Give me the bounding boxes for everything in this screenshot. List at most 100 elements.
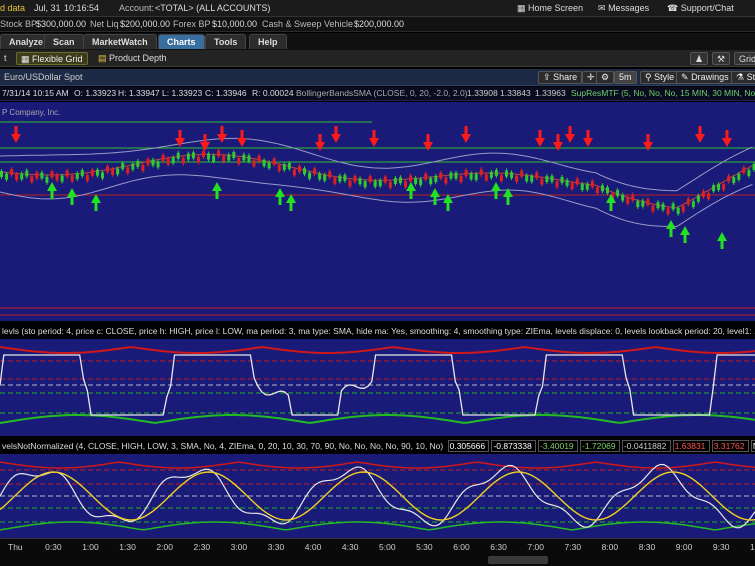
price-chart-panel[interactable]: P Company, Inc.: [0, 102, 755, 321]
flexible-grid-button[interactable]: ▦ Flexible Grid: [16, 52, 88, 65]
tab-charts[interactable]: Charts: [158, 34, 205, 49]
candle-body: [727, 175, 731, 182]
time-tick-label: 3:00: [230, 542, 248, 552]
symbol-name[interactable]: Euro/USDollar Spot: [4, 72, 83, 82]
sell-arrow: [331, 126, 341, 143]
grid-icon: ▦: [21, 54, 30, 64]
candle-body: [722, 183, 726, 190]
forex-bp-label: Forex BP: [173, 19, 211, 29]
time-tick-label: 6:30: [490, 542, 507, 552]
buy-arrow: [212, 182, 222, 199]
buy-arrow: [430, 188, 440, 205]
buy-arrow: [286, 194, 296, 211]
main-tabs: Analyze Scan MarketWatch Charts Tools He…: [0, 33, 755, 50]
net-liq-label: Net Liq: [90, 19, 119, 29]
candle-body: [671, 203, 675, 210]
drawings-button[interactable]: ✎ Drawings: [676, 71, 734, 84]
tab-scan[interactable]: Scan: [44, 34, 84, 49]
tab-marketwatch[interactable]: MarketWatch: [83, 34, 157, 49]
time-tick-label: 8:30: [638, 542, 656, 552]
candle-body: [333, 177, 337, 184]
levels-study-header[interactable]: velsNotNormalized (4, CLOSE, HIGH, LOW, …: [0, 440, 755, 453]
chart-scrollbar[interactable]: [488, 556, 548, 564]
candle-body: [343, 174, 347, 181]
lower-level-band: [0, 521, 755, 531]
levels-value: -3.40019: [538, 440, 579, 452]
candle-body: [50, 171, 54, 178]
time-tick-label: 0:30: [45, 542, 62, 552]
candle-body: [227, 154, 231, 161]
candle-body: [5, 173, 9, 180]
levels-panel[interactable]: [0, 454, 755, 538]
stoch-study-label[interactable]: levls (sto period: 4, price c: CLOSE, pr…: [0, 325, 755, 338]
bollinger-study-label[interactable]: BollingerBandsSMA (CLOSE, 0, 20, -2.0, 2…: [296, 88, 468, 98]
interval-selector[interactable]: 5m: [614, 71, 637, 84]
supres-study-label[interactable]: SupResMTF (5, No, No, No, 15 MIN, 30 MIN…: [571, 88, 755, 98]
candle-body: [90, 169, 94, 176]
time-tick-label: 2:00: [156, 542, 173, 552]
support-chat-button[interactable]: ☎ Support/Chat: [667, 3, 734, 14]
candle-body: [171, 157, 175, 164]
link-button[interactable]: ⚙: [596, 71, 615, 84]
candle-body: [444, 177, 448, 184]
sell-arrow: [11, 126, 21, 143]
tab-tools[interactable]: Tools: [205, 34, 247, 49]
candle-body: [388, 181, 392, 188]
candle-body: [368, 176, 372, 183]
candle-body: [404, 181, 407, 188]
upper-level-band: [0, 346, 755, 354]
bar-range: R: 0.00024: [252, 88, 294, 98]
candle-body: [530, 175, 534, 182]
candle-body: [636, 201, 640, 208]
candle-body: [555, 181, 559, 188]
bar-low: L: 1.33923: [162, 88, 203, 98]
style-button[interactable]: ⚲ Style: [640, 71, 680, 84]
levels-value: 1.63831: [672, 440, 710, 452]
depth-icon: ▤: [98, 53, 107, 63]
grid-button[interactable]: Grid: [734, 52, 755, 65]
candle-body: [545, 176, 549, 183]
stoch-panel[interactable]: [0, 339, 755, 436]
candle-body: [65, 170, 69, 177]
candle-body: [499, 175, 503, 182]
candle-body: [626, 197, 630, 204]
candle-body: [479, 169, 483, 176]
account-selector[interactable]: <TOTAL> (ALL ACCOUNTS): [155, 3, 270, 13]
levels-study-label: velsNotNormalized (4, CLOSE, HIGH, LOW, …: [2, 441, 444, 451]
tab-help[interactable]: Help: [249, 34, 287, 49]
product-depth-button[interactable]: ▤ Product Depth: [94, 52, 171, 65]
buy-arrow: [666, 220, 676, 237]
sell-arrow: [369, 130, 379, 147]
candle-body: [277, 165, 281, 172]
candle-body: [742, 167, 746, 174]
candle-body: [282, 164, 286, 171]
candle-body: [262, 160, 266, 167]
wrench-button[interactable]: ⚒: [712, 52, 731, 65]
messages-button[interactable]: ✉ Messages: [598, 3, 649, 14]
sell-arrow: [217, 126, 227, 143]
share-button[interactable]: ⇪ Share: [538, 71, 583, 84]
share-icon: ⇪: [543, 72, 551, 82]
time-tick-label: 5:30: [416, 542, 433, 552]
candle-body: [292, 169, 296, 176]
levels-value: 3.31762: [711, 440, 749, 452]
candle-body: [338, 175, 342, 182]
candle-body: [363, 181, 367, 188]
pencil-icon: ✎: [681, 72, 689, 82]
pin-button[interactable]: ♟: [690, 52, 709, 65]
candle-body: [176, 152, 180, 159]
wrench-icon: ⚒: [717, 54, 726, 64]
home-screen-button[interactable]: ▦ Home Screen: [517, 3, 583, 14]
candle-body: [186, 153, 190, 160]
stock-bp-label: Stock BP: [0, 19, 38, 29]
studies-button[interactable]: ⚗ Stu: [731, 71, 755, 84]
candle-body: [696, 195, 700, 202]
candle-body: [631, 194, 635, 201]
candle-body: [373, 180, 377, 187]
levels-value: N/A: [750, 440, 755, 452]
candle-body: [459, 175, 463, 182]
toolbar-stub[interactable]: t: [0, 52, 11, 65]
candle-body: [202, 151, 205, 158]
candle-body: [590, 181, 594, 188]
candle-body: [136, 160, 140, 167]
